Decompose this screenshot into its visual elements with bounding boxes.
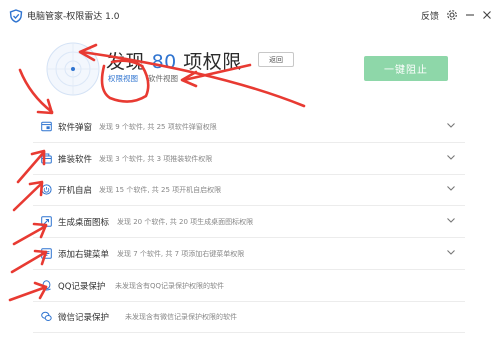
category-title: 推装软件	[58, 155, 93, 165]
title-bar: 电脑管家-权限雷达 1.0 反馈	[0, 0, 500, 32]
radar-scan-icon	[46, 42, 100, 96]
category-description: 发现 20 个软件, 共 20 项生成桌面图标权限	[117, 218, 254, 226]
category-description: 未发现含有微信记录保护权限的软件	[125, 313, 237, 321]
headline-prefix: 发现	[106, 51, 146, 73]
headline-suffix: 项权限	[183, 51, 242, 73]
back-button[interactable]: 返回	[258, 52, 294, 67]
power-startup-icon	[41, 184, 52, 195]
category-title: QQ记录保护	[58, 282, 106, 292]
close-icon[interactable]	[480, 8, 494, 22]
category-title: 微信记录保护	[58, 313, 110, 323]
context-menu-icon	[41, 248, 52, 259]
chevron-down-icon[interactable]	[445, 182, 457, 194]
window-title: 电脑管家-权限雷达 1.0	[27, 12, 120, 22]
chevron-down-icon[interactable]	[445, 246, 457, 258]
category-description: 未发现含有QQ记录保护权限的软件	[115, 282, 225, 290]
chevron-down-icon[interactable]	[445, 151, 457, 163]
category-row-wechat-record: 微信记录保护 未发现含有微信记录保护权限的软件	[33, 302, 465, 333]
feedback-link[interactable]: 反馈	[421, 9, 439, 22]
tab-software-view[interactable]: 软件视图	[148, 73, 178, 84]
qq-icon	[42, 280, 51, 291]
chevron-down-icon[interactable]	[445, 119, 457, 131]
category-description: 发现 15 个软件, 共 25 项开机自启权限	[99, 186, 222, 194]
category-row-desktop-shortcut[interactable]: 生成桌面图标 发现 20 个软件, 共 20 项生成桌面图标权限	[33, 207, 465, 238]
category-row-bundled-install[interactable]: 推装软件 发现 3 个软件, 共 3 项推装软件权限	[33, 144, 465, 175]
gear-icon[interactable]	[445, 8, 459, 22]
category-row-context-menu[interactable]: 添加右键菜单 发现 7 个软件, 共 7 项添加右键菜单权限	[33, 239, 465, 270]
minimize-icon[interactable]	[463, 8, 477, 22]
install-package-icon	[41, 153, 52, 164]
category-description: 发现 3 个软件, 共 3 项推装软件权限	[99, 155, 213, 163]
page-title: 发现 80 项权限	[106, 47, 242, 74]
block-all-button[interactable]: 一键阻止	[364, 56, 448, 81]
category-description: 发现 7 个软件, 共 7 项添加右键菜单权限	[117, 250, 245, 258]
category-title: 生成桌面图标	[58, 218, 110, 228]
category-row-startup[interactable]: 开机自启 发现 15 个软件, 共 25 项开机自启权限	[33, 175, 465, 206]
category-row-qq-record: QQ记录保护 未发现含有QQ记录保护权限的软件	[33, 271, 465, 302]
category-title: 开机自启	[58, 186, 93, 196]
category-title: 添加右键菜单	[58, 250, 110, 260]
category-row-popup[interactable]: 软件弹窗 发现 9 个软件, 共 25 项软件弹窗权限	[33, 112, 465, 143]
category-description: 发现 9 个软件, 共 25 项软件弹窗权限	[99, 123, 217, 131]
popup-window-icon	[41, 121, 52, 132]
tab-permission-view[interactable]: 权限视图	[108, 73, 138, 84]
desktop-shortcut-icon	[41, 216, 52, 227]
chevron-down-icon[interactable]	[445, 214, 457, 226]
category-title: 软件弹窗	[58, 123, 93, 133]
permission-count: 80	[151, 51, 177, 73]
shield-logo-icon	[9, 9, 23, 23]
wechat-icon	[41, 311, 52, 321]
